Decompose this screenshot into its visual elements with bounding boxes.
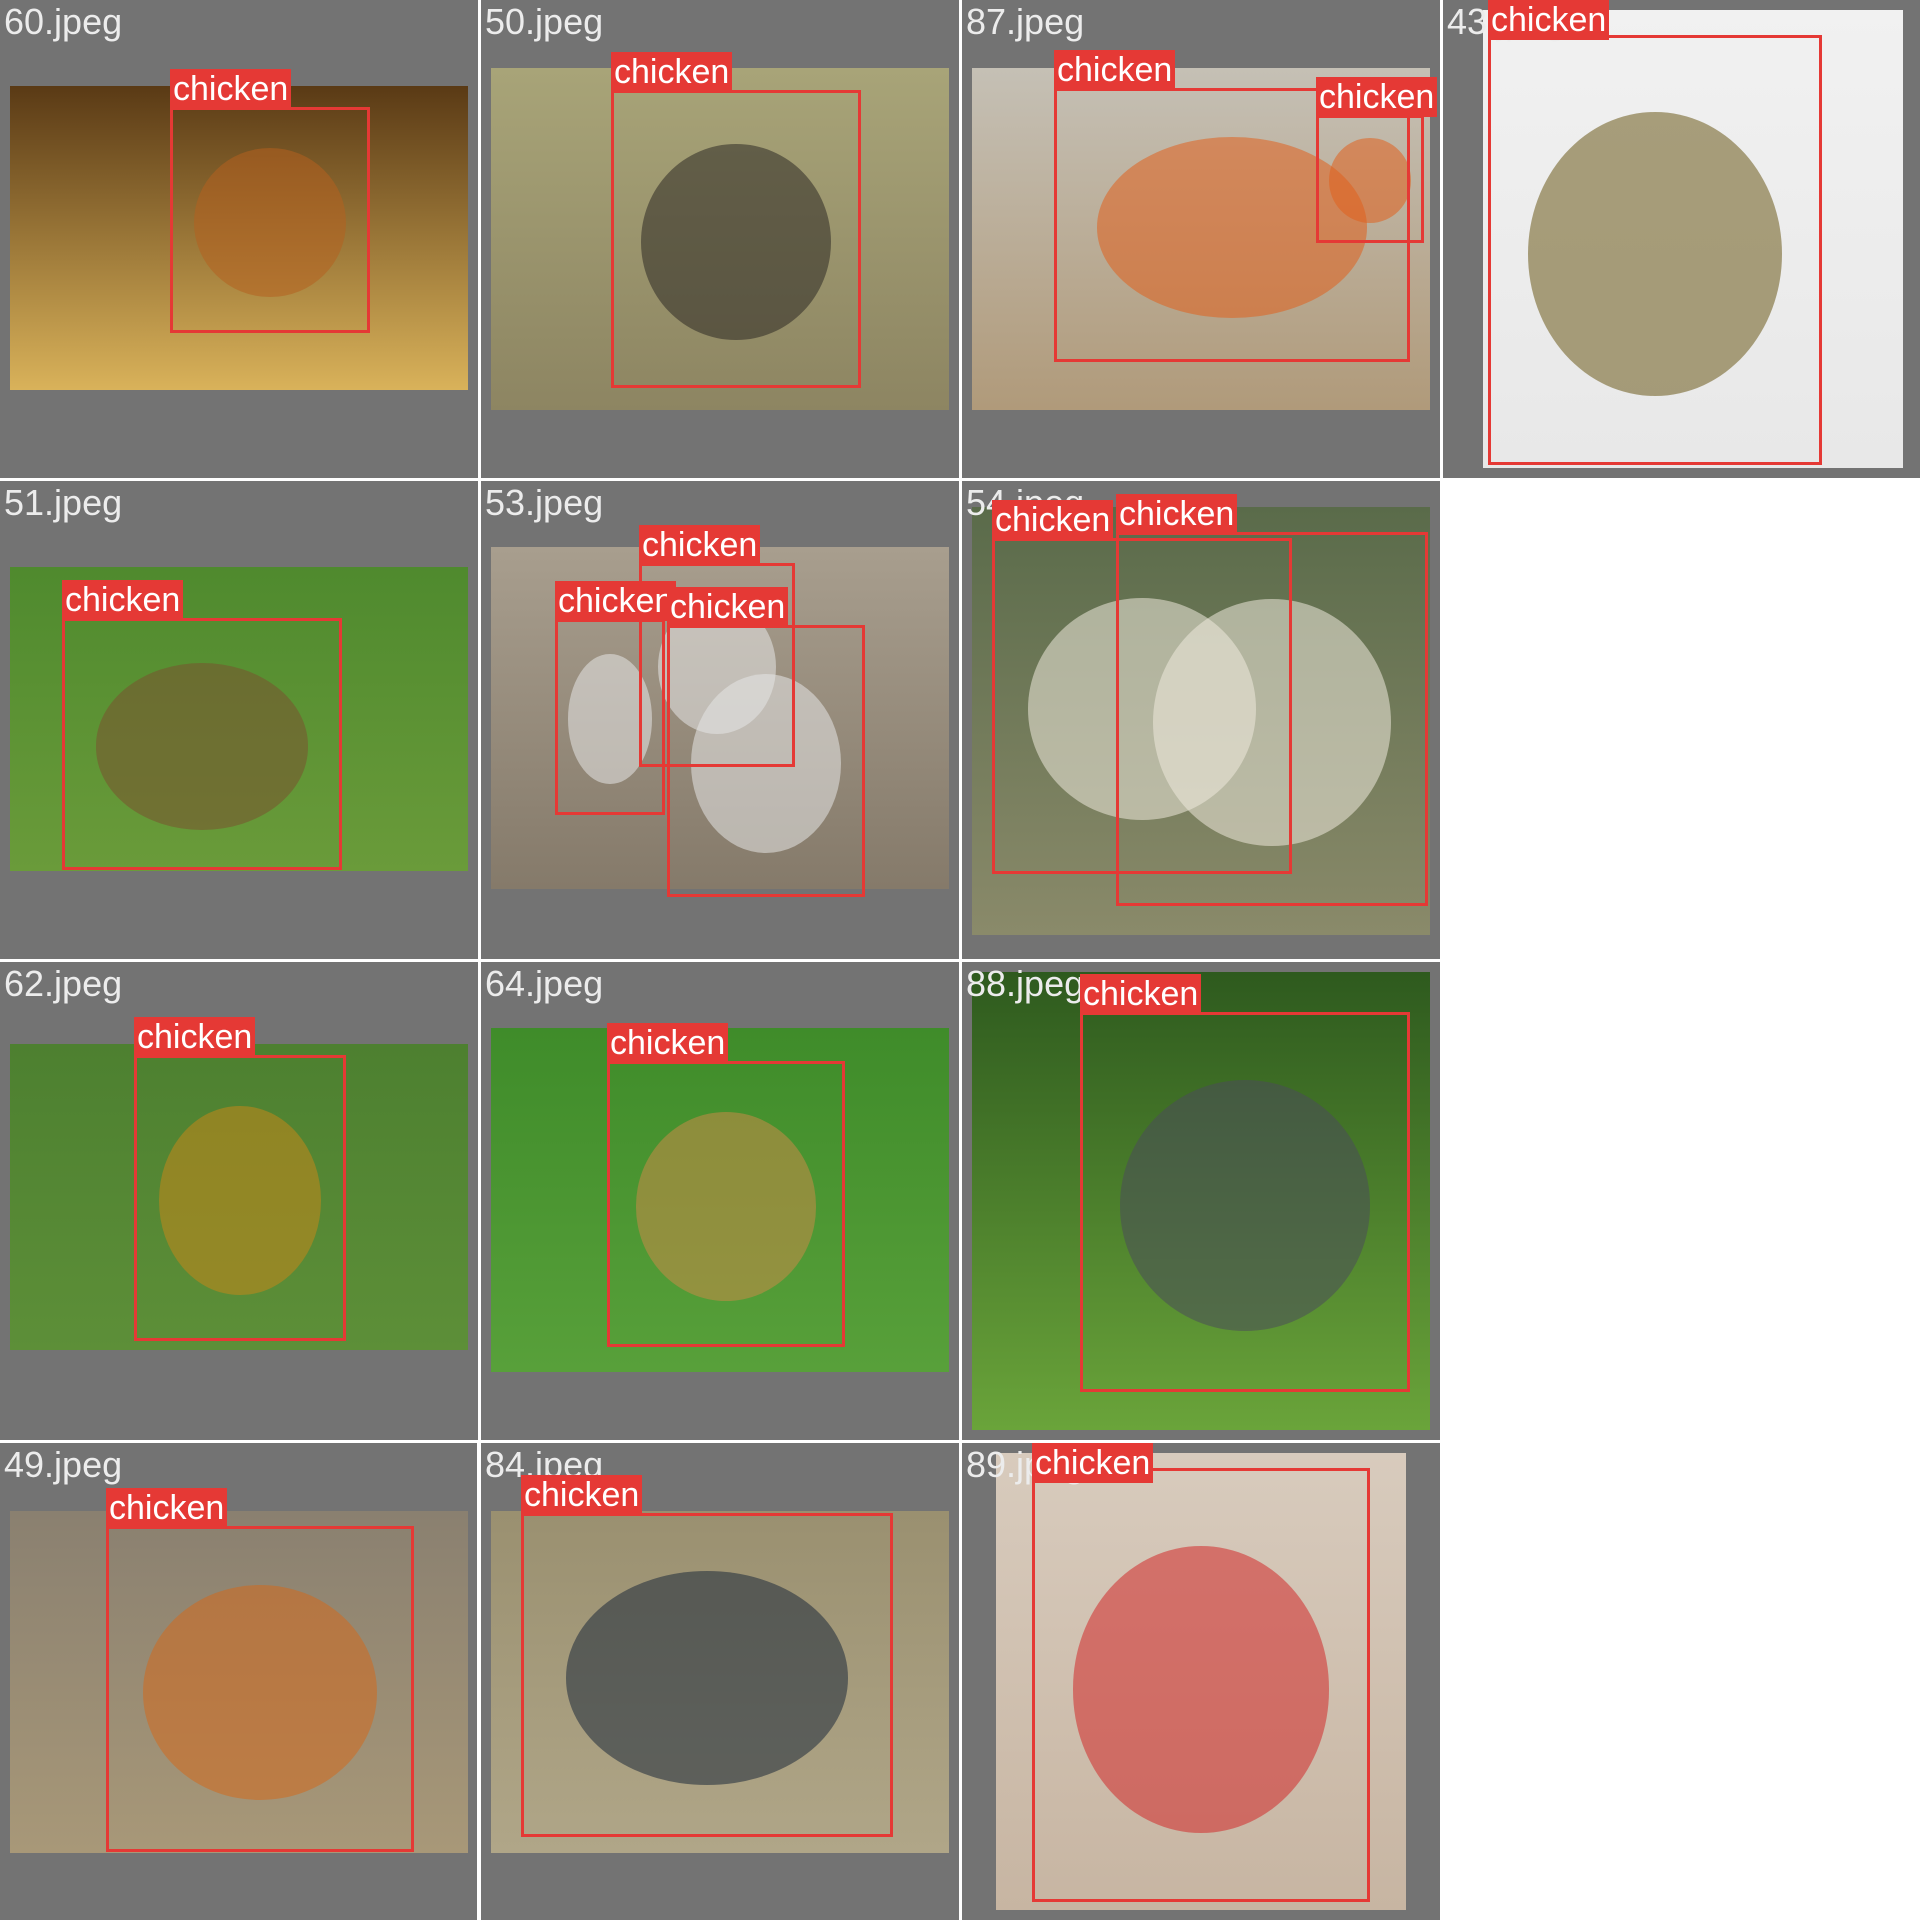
detection-label: chicken xyxy=(1116,494,1238,534)
image-tile: 50.jpeg chicken xyxy=(481,0,959,478)
bounding-box xyxy=(1080,1012,1410,1392)
bounding-box xyxy=(106,1526,414,1852)
image-tile: 84.jpeg chicken xyxy=(481,1443,959,1920)
bounding-box xyxy=(611,90,861,388)
detection-label: chicken xyxy=(170,69,292,109)
image-filename: 62.jpeg xyxy=(4,963,123,1004)
bounding-box xyxy=(134,1055,346,1341)
bounding-box xyxy=(667,625,865,897)
image-tile: 51.jpeg chicken xyxy=(0,481,478,959)
detection-label: chicken xyxy=(1488,0,1610,40)
image-filename: 53.jpeg xyxy=(485,482,604,523)
bounding-box xyxy=(1316,115,1424,243)
image-tile: 64.jpeg chicken xyxy=(481,962,959,1440)
image-filename: 50.jpeg xyxy=(485,1,604,42)
image-filename: 49.jpeg xyxy=(4,1444,123,1485)
image-filename: 88.jpeg xyxy=(966,963,1085,1004)
image-tile: 53.jpeg chicken chicken chicken xyxy=(481,481,959,959)
image-tile: 89.jpeg chicken xyxy=(962,1443,1440,1920)
detection-label: chicken xyxy=(639,525,761,565)
detection-label: chicken xyxy=(1054,50,1176,90)
detection-label: chicken xyxy=(555,581,677,621)
detection-label: chicken xyxy=(1316,77,1438,117)
detection-label: chicken xyxy=(62,580,184,620)
image-tile: 54.jpegchickenchicken xyxy=(962,481,1440,959)
bounding-box xyxy=(1488,35,1822,465)
image-filename: 60.jpeg xyxy=(4,1,123,42)
bounding-box xyxy=(170,107,370,333)
detection-label: chicken xyxy=(992,500,1114,540)
image-filename: 87.jpeg xyxy=(966,1,1085,42)
detection-label: chicken xyxy=(611,52,733,92)
image-filename: 51.jpeg xyxy=(4,482,123,523)
bounding-box xyxy=(1116,532,1428,906)
detection-label: chicken xyxy=(106,1488,228,1528)
detection-label: chicken xyxy=(607,1023,729,1063)
image-tile: 60.jpeg chicken xyxy=(0,0,478,478)
image-tile: 49.jpeg chicken xyxy=(0,1443,477,1920)
image-tile: 43.jpegchicken xyxy=(1443,0,1920,478)
bounding-box xyxy=(607,1061,845,1347)
bounding-box xyxy=(555,619,665,815)
detection-label: chicken xyxy=(134,1017,256,1057)
bounding-box xyxy=(62,618,342,870)
detection-label: chicken xyxy=(1080,974,1202,1014)
image-tile: 62.jpeg chicken xyxy=(0,962,478,1440)
detection-label: chicken xyxy=(521,1475,643,1515)
detection-label: chicken xyxy=(667,587,789,627)
bounding-box xyxy=(1032,1468,1370,1902)
image-tile: 88.jpeg chicken xyxy=(962,962,1440,1440)
detection-grid: 60.jpeg chicken 50.jpeg chicken 87.jpeg chick… xyxy=(0,0,1920,1920)
bounding-box xyxy=(521,1513,893,1837)
image-filename: 64.jpeg xyxy=(485,963,604,1004)
image-tile: 87.jpeg chicken chicken xyxy=(962,0,1440,478)
detection-label: chicken xyxy=(1032,1443,1154,1483)
